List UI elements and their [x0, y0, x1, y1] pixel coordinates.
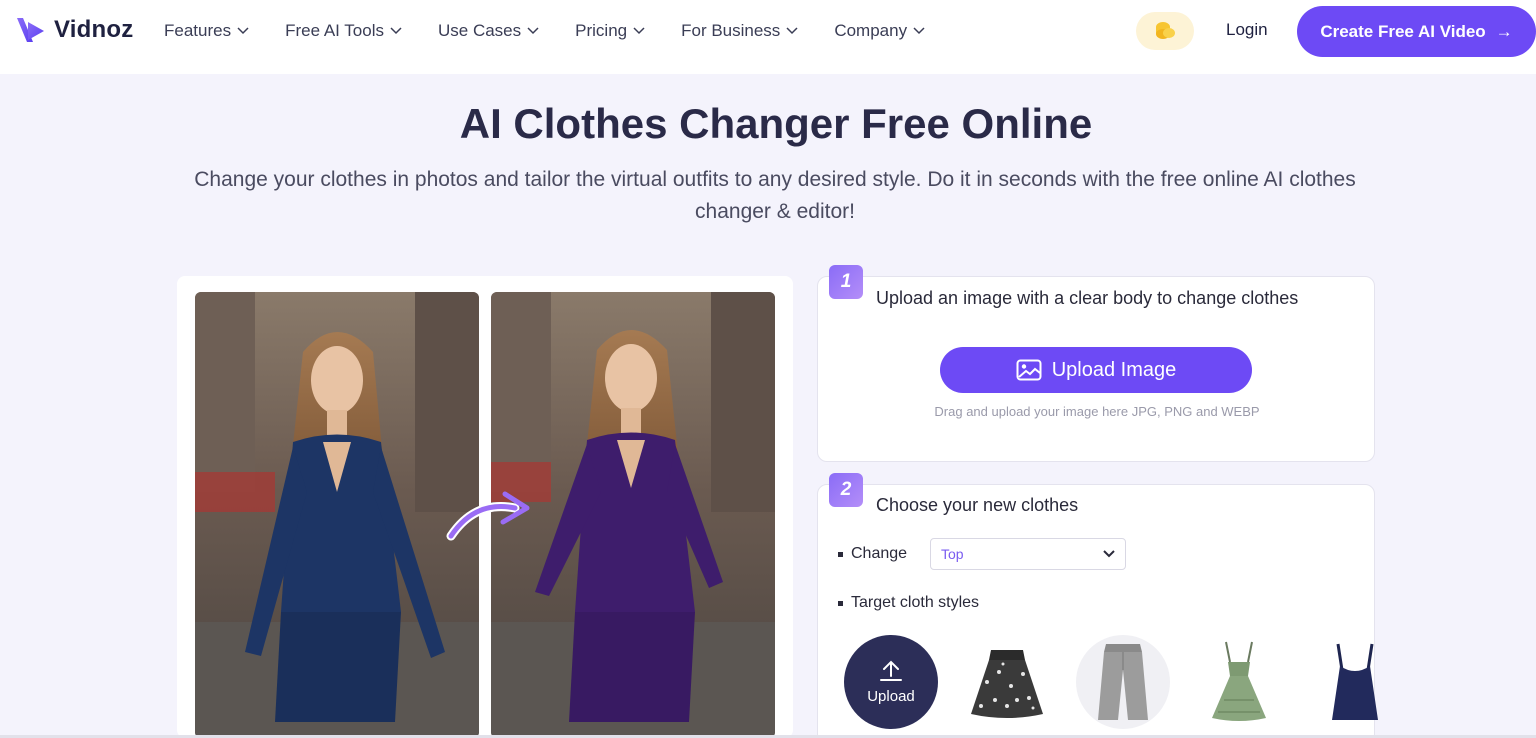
page-subtitle: Change your clothes in photos and tailor…	[194, 168, 1356, 223]
upload-arrow-icon	[880, 660, 902, 681]
menu-item-label: Features	[164, 21, 232, 40]
before-after-preview	[177, 276, 793, 738]
arrow-right-icon: →	[1495, 21, 1513, 41]
step-number-badge: 2	[829, 473, 863, 507]
chevron-down-icon	[237, 27, 249, 35]
cloth-style-options: Upload	[844, 635, 1402, 729]
menu-item-for-business[interactable]: For Business	[681, 20, 798, 42]
menu-item-label: For Business	[681, 21, 781, 40]
menu-item-free-ai-tools[interactable]: Free AI Tools	[285, 20, 402, 42]
image-icon	[1016, 359, 1042, 381]
gray-jeans-icon	[1098, 644, 1148, 720]
menu-item-use-cases[interactable]: Use Cases	[438, 20, 539, 42]
change-label: Change	[851, 545, 908, 562]
step-number-badge: 1	[829, 265, 863, 299]
step-choose-clothes-card: 2 Choose your new clothes Change Top Tar…	[817, 473, 1378, 738]
step-title: Upload an image with a clear body to cha…	[876, 288, 1299, 308]
credits-button[interactable]	[1136, 12, 1194, 50]
logo-text: Vidnoz	[54, 16, 134, 43]
cloth-option-gray-jeans[interactable]	[1076, 635, 1170, 729]
cloth-option-navy-tank-top[interactable]	[1308, 635, 1402, 729]
upload-image-button[interactable]: Upload Image	[940, 347, 1252, 393]
change-row-label: Change	[838, 545, 907, 563]
change-type-select[interactable]: Top	[930, 538, 1126, 570]
menu-item-label: Pricing	[575, 21, 628, 40]
menu-item-label: Free AI Tools	[285, 21, 384, 40]
green-dress-icon	[1212, 641, 1266, 721]
top-navigation: Vidnoz Features Free AI Tools Use Cases …	[0, 0, 1536, 74]
menu-item-label: Use Cases	[438, 21, 522, 40]
upload-cloth-label: Upload	[867, 687, 915, 705]
step-upload-card: 1 Upload an image with a clear body to c…	[817, 265, 1375, 462]
bullet-icon	[838, 600, 843, 606]
chevron-down-icon	[390, 27, 402, 35]
cta-label: Create Free AI Video	[1320, 21, 1486, 41]
drag-upload-hint: Drag and upload your image here JPG, PNG…	[934, 404, 1260, 419]
navy-tank-top-icon	[1332, 643, 1378, 720]
chevron-down-icon	[633, 27, 645, 35]
floral-skirt-icon	[971, 650, 1043, 718]
main-menu: Features Free AI Tools Use Cases Pricing…	[164, 20, 961, 42]
coin-stack-icon	[1156, 22, 1175, 39]
chevron-down-icon	[527, 27, 539, 35]
upload-cloth-button[interactable]: Upload	[844, 635, 938, 729]
before-photo	[195, 292, 479, 738]
menu-item-label: Company	[834, 21, 908, 40]
target-styles-label: Target cloth styles	[851, 594, 980, 611]
create-free-ai-video-button[interactable]: Create Free AI Video →	[1297, 6, 1536, 57]
page-title: AI Clothes Changer Free Online	[459, 100, 1093, 147]
menu-item-features[interactable]: Features	[164, 20, 249, 42]
curved-arrow-icon	[446, 491, 530, 541]
upload-image-label: Upload Image	[1051, 358, 1177, 381]
chevron-down-icon	[1103, 550, 1115, 558]
change-type-value: Top	[941, 546, 964, 562]
vidnoz-logo[interactable]: Vidnoz	[14, 12, 133, 48]
target-styles-row-label: Target cloth styles	[838, 594, 979, 612]
step-title: Choose your new clothes	[876, 495, 1079, 515]
vidnoz-logo-icon	[17, 18, 44, 42]
bullet-icon	[838, 551, 843, 557]
chevron-down-icon	[913, 27, 925, 35]
cloth-option-floral-skirt[interactable]	[960, 635, 1054, 729]
login-link[interactable]: Login	[1226, 20, 1268, 40]
chevron-down-icon	[786, 27, 798, 35]
cloth-option-green-dress[interactable]	[1192, 635, 1286, 729]
menu-item-company[interactable]: Company	[834, 20, 925, 42]
menu-item-pricing[interactable]: Pricing	[575, 20, 645, 42]
